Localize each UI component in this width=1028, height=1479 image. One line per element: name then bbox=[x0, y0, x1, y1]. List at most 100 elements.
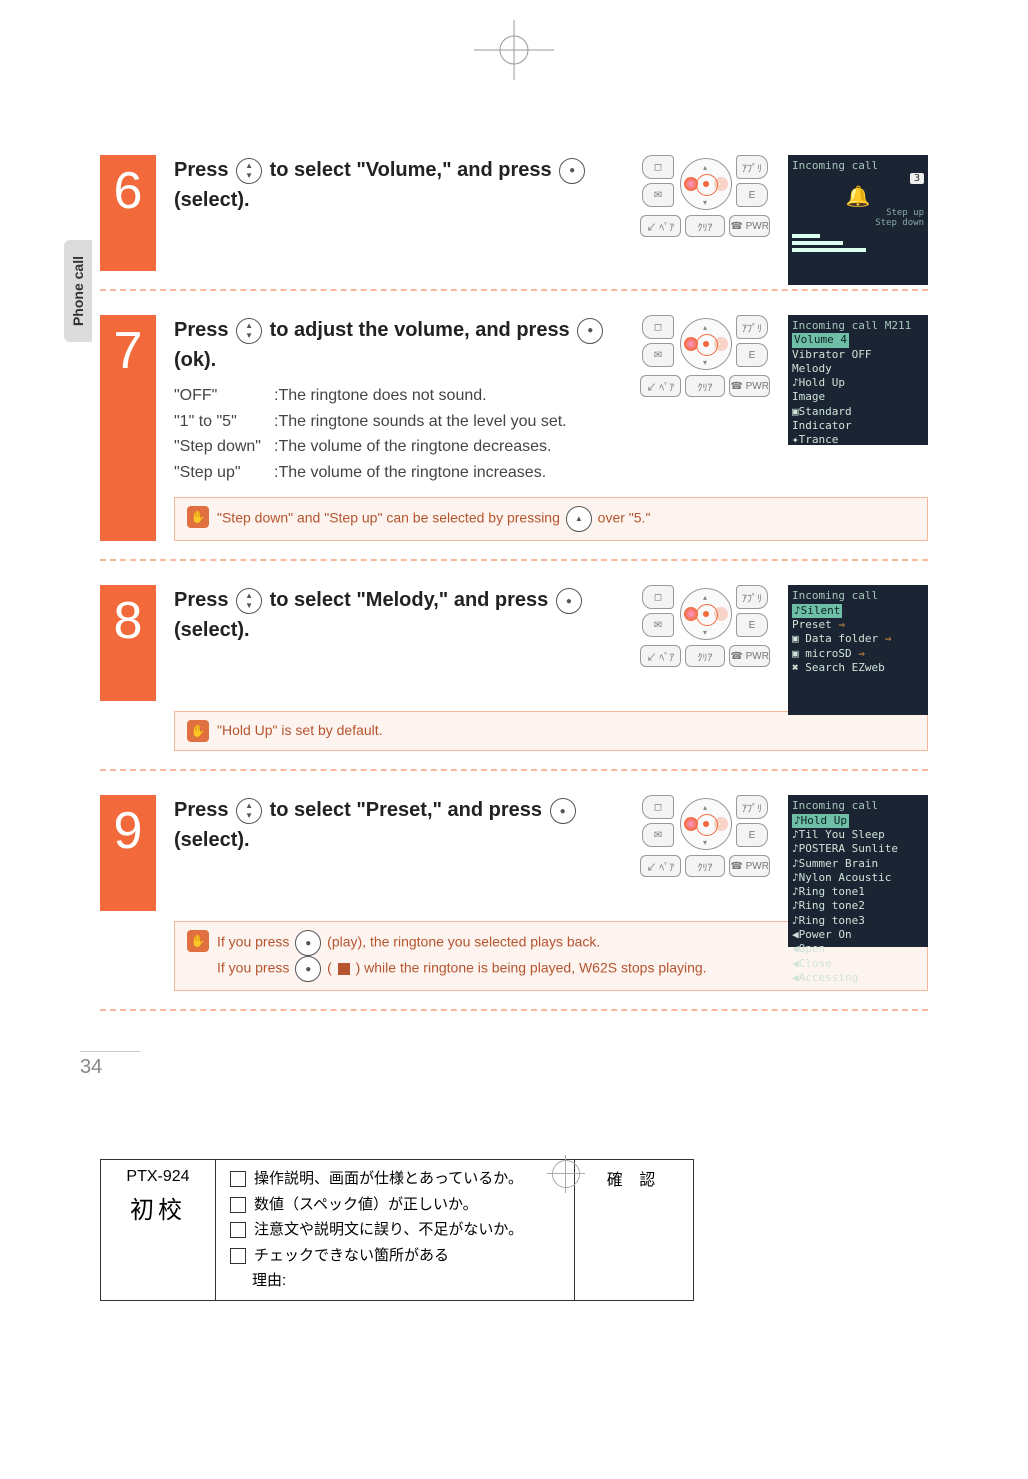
keypad-center: ▴▾ bbox=[680, 158, 732, 210]
keypad-button: ◻ bbox=[642, 585, 674, 609]
keypad-button: ↙ ﾍﾟｱ bbox=[640, 855, 681, 877]
note-text: If you press bbox=[217, 960, 293, 976]
keypad-button: ｸﾘｱ bbox=[685, 855, 726, 877]
keypad-button: ｱﾌﾟﾘ bbox=[736, 315, 768, 339]
updown-key-icon bbox=[236, 158, 262, 184]
keypad-button: E bbox=[736, 613, 768, 637]
separator bbox=[100, 1009, 928, 1011]
keypad-illustration: ◻ ｱﾌﾟﾘ ✉ E ▴▾ ↙ ﾍﾟｱ ｸﾘｱ ☎ PWR bbox=[640, 155, 770, 255]
note-text: ) while the ringtone is being played, W6… bbox=[356, 960, 707, 976]
keypad-button: ✉ bbox=[642, 183, 674, 207]
keypad-button: ｱﾌﾟﾘ bbox=[736, 155, 768, 179]
center-key-icon bbox=[577, 318, 603, 344]
keypad-illustration: ◻ ｱﾌﾟﾘ ✉ E ▴▾ ↙ ﾍﾟｱ ｸﾘｱ ☎ PWR bbox=[640, 795, 770, 895]
keypad-button: ☎ PWR bbox=[729, 375, 770, 397]
spec-text: :The ringtone sounds at the level you se… bbox=[274, 413, 567, 430]
text: (select). bbox=[174, 619, 250, 641]
separator bbox=[100, 289, 928, 291]
keypad-button: ↙ ﾍﾟｱ bbox=[640, 645, 681, 667]
step-number: 6 bbox=[100, 155, 156, 271]
phone-screen: Incoming call M211Volume 4Vibrator OFFMe… bbox=[788, 315, 928, 445]
registration-mark-icon bbox=[474, 20, 554, 80]
keypad-button: E bbox=[736, 823, 768, 847]
separator bbox=[100, 559, 928, 561]
spec-label: "OFF" bbox=[174, 383, 274, 409]
text: Press bbox=[174, 159, 234, 181]
note-text: (play), the ringtone you selected plays … bbox=[327, 934, 600, 950]
note-icon: ✋ bbox=[187, 720, 209, 742]
keypad-button: ↙ ﾍﾟｱ bbox=[640, 375, 681, 397]
note-text: "Hold Up" is set by default. bbox=[217, 720, 915, 741]
step-6: 6 Press to select "Volume," and press (s… bbox=[100, 155, 928, 271]
screen-badge: 3 bbox=[910, 173, 924, 184]
center-key-icon bbox=[556, 588, 582, 614]
keypad-button: ◻ bbox=[642, 155, 674, 179]
keypad-illustration: ◻ ｱﾌﾟﾘ ✉ E ▴▾ ↙ ﾍﾟｱ ｸﾘｱ ☎ PWR bbox=[640, 585, 770, 685]
keypad-button: ✉ bbox=[642, 343, 674, 367]
step-7: 7 Press to adjust the volume, and press … bbox=[100, 315, 928, 541]
center-key-icon bbox=[559, 158, 585, 184]
updown-key-icon bbox=[236, 318, 262, 344]
check-item: 注意文や説明文に誤り、不足がないか。 bbox=[254, 1221, 523, 1238]
keypad-button: ☎ PWR bbox=[729, 215, 770, 237]
keypad-button: E bbox=[736, 183, 768, 207]
note-text: ( bbox=[327, 960, 336, 976]
screen-title: Incoming call bbox=[792, 159, 924, 173]
center-key-icon bbox=[295, 930, 321, 956]
check-item: 操作説明、画面が仕様とあっているか。 bbox=[254, 1170, 523, 1187]
step-9: 9 Press to select "Preset," and press (s… bbox=[100, 795, 928, 911]
center-key-icon bbox=[550, 798, 576, 824]
keypad-button: ☎ PWR bbox=[729, 855, 770, 877]
proof-stage: 初校 bbox=[113, 1190, 203, 1225]
text: to select "Preset," and press bbox=[270, 799, 548, 821]
bell-icon: 🔔 bbox=[846, 184, 871, 208]
volume-bars-icon bbox=[792, 234, 884, 252]
keypad-button: ◻ bbox=[642, 315, 674, 339]
separator bbox=[100, 769, 928, 771]
text: Press bbox=[174, 319, 234, 341]
proof-code: PTX-924 bbox=[113, 1168, 203, 1186]
step-number: 9 bbox=[100, 795, 156, 911]
note-icon: ✋ bbox=[187, 506, 209, 528]
check-item: チェックできない箇所がある bbox=[254, 1247, 449, 1264]
note-text: "Step down" and "Step up" can be selecte… bbox=[217, 510, 564, 526]
checkbox-icon bbox=[230, 1248, 246, 1264]
checkbox-icon bbox=[230, 1171, 246, 1187]
keypad-button: ✉ bbox=[642, 613, 674, 637]
stop-icon bbox=[338, 963, 350, 975]
confirm-box: 確 認 bbox=[575, 1159, 694, 1301]
proof-check-block: PTX-924 初校 操作説明、画面が仕様とあっているか。 数値（スペック値）が… bbox=[100, 1159, 1028, 1301]
proof-checklist: 操作説明、画面が仕様とあっているか。 数値（スペック値）が正しいか。 注意文や説… bbox=[216, 1159, 575, 1301]
step-8: 8 Press to select "Melody," and press (s… bbox=[100, 585, 928, 701]
updown-key-icon bbox=[236, 588, 262, 614]
text: (ok). bbox=[174, 349, 216, 371]
phone-screen: Incoming call 3 🔔 Step upStep down bbox=[788, 155, 928, 285]
keypad-center: ▴▾ bbox=[680, 588, 732, 640]
phone-screen: Incoming call♪Hold Up♪Til You Sleep♪POST… bbox=[788, 795, 928, 947]
keypad-button: ✉ bbox=[642, 823, 674, 847]
spec-label: "Step up" bbox=[174, 460, 274, 486]
checkbox-icon bbox=[230, 1222, 246, 1238]
spec-text: :The volume of the ringtone increases. bbox=[274, 464, 546, 481]
keypad-button: ◻ bbox=[642, 795, 674, 819]
text: Press bbox=[174, 589, 234, 611]
spec-label: "1" to "5" bbox=[174, 409, 274, 435]
step-number: 7 bbox=[100, 315, 156, 541]
checkbox-icon bbox=[230, 1197, 246, 1213]
text: (select). bbox=[174, 829, 250, 851]
up-key-icon bbox=[566, 506, 592, 532]
keypad-button: ｱﾌﾟﾘ bbox=[736, 795, 768, 819]
note-icon: ✋ bbox=[187, 930, 209, 952]
spec-text: :The ringtone does not sound. bbox=[274, 387, 487, 404]
spec-label: "Step down" bbox=[174, 434, 274, 460]
spec-text: :The volume of the ringtone decreases. bbox=[274, 438, 552, 455]
text: to adjust the volume, and press bbox=[270, 319, 576, 341]
reason-label: 理由: bbox=[230, 1268, 560, 1294]
note-text: If you press bbox=[217, 934, 293, 950]
keypad-button: ｸﾘｱ bbox=[685, 375, 726, 397]
note-box: ✋ "Hold Up" is set by default. bbox=[174, 711, 928, 751]
keypad-button: ｸﾘｱ bbox=[685, 215, 726, 237]
phone-screen: Incoming call♪Silent Preset ⇒▣ Data fold… bbox=[788, 585, 928, 715]
keypad-button: E bbox=[736, 343, 768, 367]
text: Step up bbox=[886, 208, 924, 218]
